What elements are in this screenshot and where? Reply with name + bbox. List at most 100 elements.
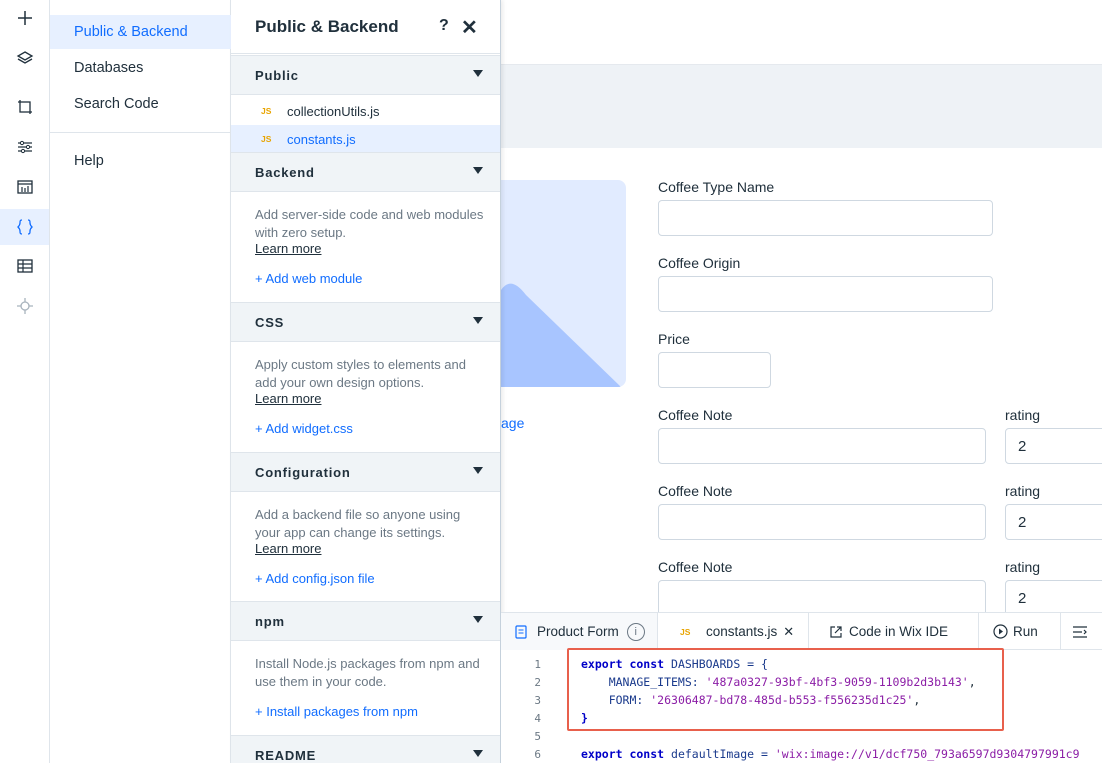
coffee-note-label: Coffee Note — [658, 483, 733, 499]
add-elements-button[interactable] — [0, 0, 49, 36]
dashboard-icon — [16, 180, 33, 194]
css-learn-more-link[interactable]: Learn more — [255, 391, 321, 406]
js-file-icon: JS — [261, 134, 272, 144]
menu-divider — [50, 132, 231, 133]
public-backend-panel: Public & Backend ? ✕ Public JS collectio… — [231, 0, 501, 763]
add-widget-css-link[interactable]: + Add widget.css — [255, 421, 353, 436]
section-configuration-header[interactable]: Configuration — [231, 452, 500, 492]
file-collectionutils[interactable]: JS collectionUtils.js — [231, 97, 500, 125]
close-tab-icon[interactable]: ✕ — [783, 624, 794, 640]
price-input[interactable] — [658, 352, 771, 388]
tab-product-form[interactable]: Product Form i — [501, 613, 658, 650]
section-title: Public — [255, 67, 299, 83]
line-number: 2 — [534, 676, 541, 689]
editor-top-bar — [501, 0, 1102, 65]
install-npm-packages-link[interactable]: + Install packages from npm — [255, 704, 418, 719]
coffee-note-input[interactable] — [658, 428, 986, 464]
help-icon[interactable]: ? — [439, 17, 449, 35]
menu-item-help[interactable]: Help — [50, 144, 231, 178]
caret-down-icon — [473, 616, 483, 623]
price-label: Price — [658, 331, 690, 347]
section-title: npm — [255, 613, 285, 629]
caret-down-icon — [473, 317, 483, 324]
coffee-note-label: Coffee Note — [658, 559, 733, 575]
caret-down-icon — [473, 167, 483, 174]
coffee-type-name-input[interactable] — [658, 200, 993, 236]
coffee-origin-label: Coffee Origin — [658, 255, 741, 271]
rating-label: rating — [1005, 483, 1041, 499]
line-number: 3 — [534, 694, 541, 707]
panel-title: Public & Backend — [255, 16, 399, 36]
section-public-header[interactable]: Public — [231, 55, 500, 95]
menu-item-databases[interactable]: Databases — [50, 51, 231, 85]
coffee-type-name-label: Coffee Type Name — [658, 179, 775, 195]
rating-input[interactable]: 2 — [1005, 580, 1102, 616]
plus-icon — [17, 11, 32, 25]
caret-down-icon — [473, 467, 483, 474]
dashboard-button[interactable] — [0, 169, 49, 205]
layers-icon — [16, 51, 33, 64]
tab-label: Product Form — [537, 624, 619, 639]
menu-item-search-code[interactable]: Search Code — [50, 87, 231, 121]
js-file-icon: JS — [680, 626, 691, 637]
line-number: 6 — [534, 748, 541, 761]
coffee-origin-input[interactable] — [658, 276, 993, 312]
coffee-note-input[interactable] — [658, 504, 986, 540]
change-image-link[interactable]: age — [501, 415, 524, 431]
sliders-icon — [17, 140, 32, 154]
crop-button[interactable] — [0, 89, 49, 125]
backend-description: Add server-side code and web modules wit… — [255, 207, 484, 240]
code-button[interactable] — [0, 209, 49, 245]
close-icon[interactable]: ✕ — [461, 15, 478, 40]
menu-item-public-backend[interactable]: Public & Backend — [50, 15, 231, 49]
configuration-learn-more-link[interactable]: Learn more — [255, 541, 321, 556]
caret-down-icon — [473, 70, 483, 77]
rating-input[interactable]: 2 — [1005, 428, 1102, 464]
file-constants[interactable]: JS constants.js — [231, 125, 500, 153]
file-name: constants.js — [287, 131, 356, 147]
tab-constants[interactable]: JS constants.js ✕ — [658, 613, 809, 650]
file-name: collectionUtils.js — [287, 103, 380, 119]
button-label: Code in Wix IDE — [849, 624, 949, 639]
properties-icon — [1073, 625, 1087, 638]
rating-label: rating — [1005, 407, 1041, 423]
line-number: 4 — [534, 712, 541, 725]
add-config-json-link[interactable]: + Add config.json file — [255, 571, 375, 586]
backend-learn-more-link[interactable]: Learn more — [255, 241, 321, 256]
crop-icon — [17, 100, 32, 114]
rating-input[interactable]: 2 — [1005, 504, 1102, 540]
add-web-module-link[interactable]: + Add web module — [255, 271, 362, 286]
tab-label: constants.js — [706, 624, 778, 639]
settings-sliders-button[interactable] — [0, 129, 49, 165]
plugin-icon — [16, 298, 33, 314]
code-braces-icon — [16, 219, 33, 235]
button-label: Run — [1013, 624, 1038, 639]
section-readme-header[interactable]: README — [231, 735, 500, 763]
run-button[interactable]: Run — [979, 613, 1061, 650]
configuration-description: Add a backend file so anyone using your … — [255, 507, 461, 540]
table-icon — [16, 259, 33, 273]
properties-button[interactable] — [1061, 613, 1102, 650]
css-description: Apply custom styles to elements and add … — [255, 357, 466, 390]
plugin-button[interactable] — [0, 288, 49, 324]
code-in-wix-ide-button[interactable]: Code in Wix IDE — [809, 613, 979, 650]
image-placeholder[interactable] — [501, 180, 626, 387]
section-backend-header[interactable]: Backend — [231, 152, 500, 192]
section-npm-header[interactable]: npm — [231, 601, 500, 641]
code-panel-tabbar: Product Form i JS constants.js ✕ Code in… — [501, 612, 1102, 650]
layers-button[interactable] — [0, 40, 49, 76]
rating-label: rating — [1005, 559, 1041, 575]
external-link-icon — [830, 625, 842, 638]
line-number: 1 — [534, 658, 541, 671]
section-css-header[interactable]: CSS — [231, 302, 500, 342]
image-placeholder-icon — [501, 283, 621, 387]
cms-table-button[interactable] — [0, 248, 49, 284]
left-icon-rail — [0, 0, 50, 763]
section-title: Backend — [255, 164, 315, 180]
coffee-note-label: Coffee Note — [658, 407, 733, 423]
info-icon[interactable]: i — [626, 622, 645, 641]
section-title: CSS — [255, 314, 285, 330]
js-file-icon: JS — [261, 106, 272, 116]
coffee-note-input[interactable] — [658, 580, 986, 616]
caret-down-icon — [473, 750, 483, 757]
